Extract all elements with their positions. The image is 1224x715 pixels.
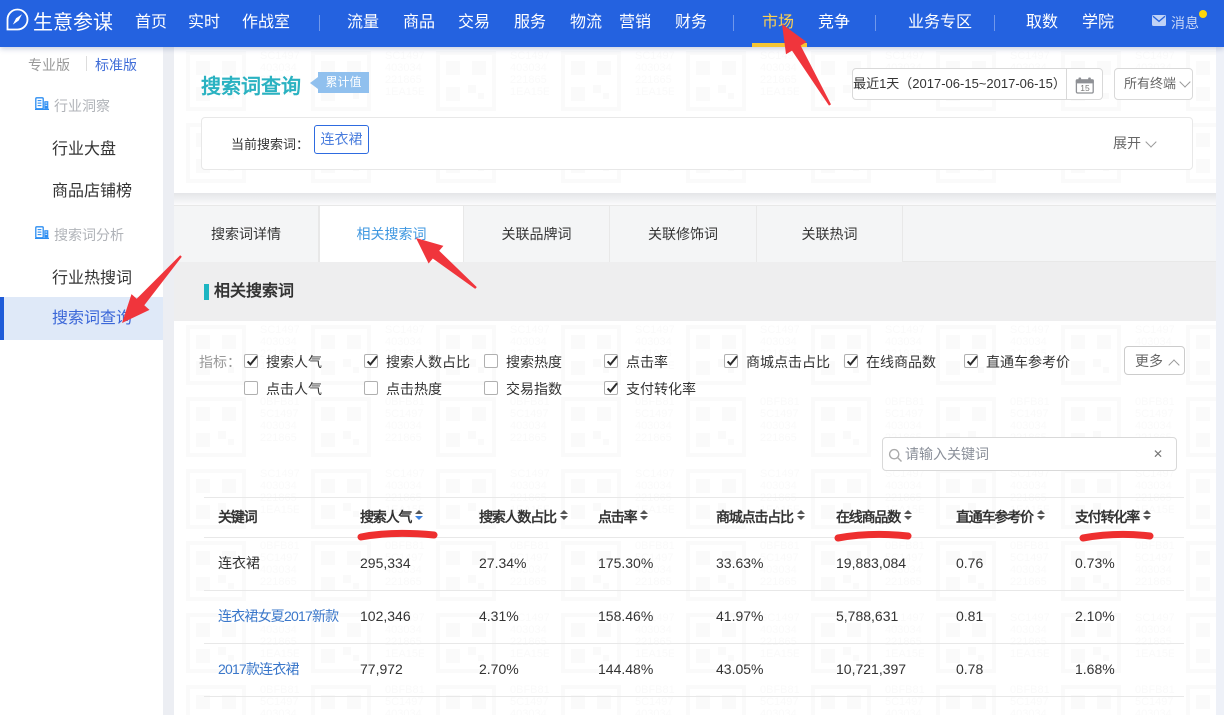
svg-text:15: 15	[1080, 83, 1090, 93]
